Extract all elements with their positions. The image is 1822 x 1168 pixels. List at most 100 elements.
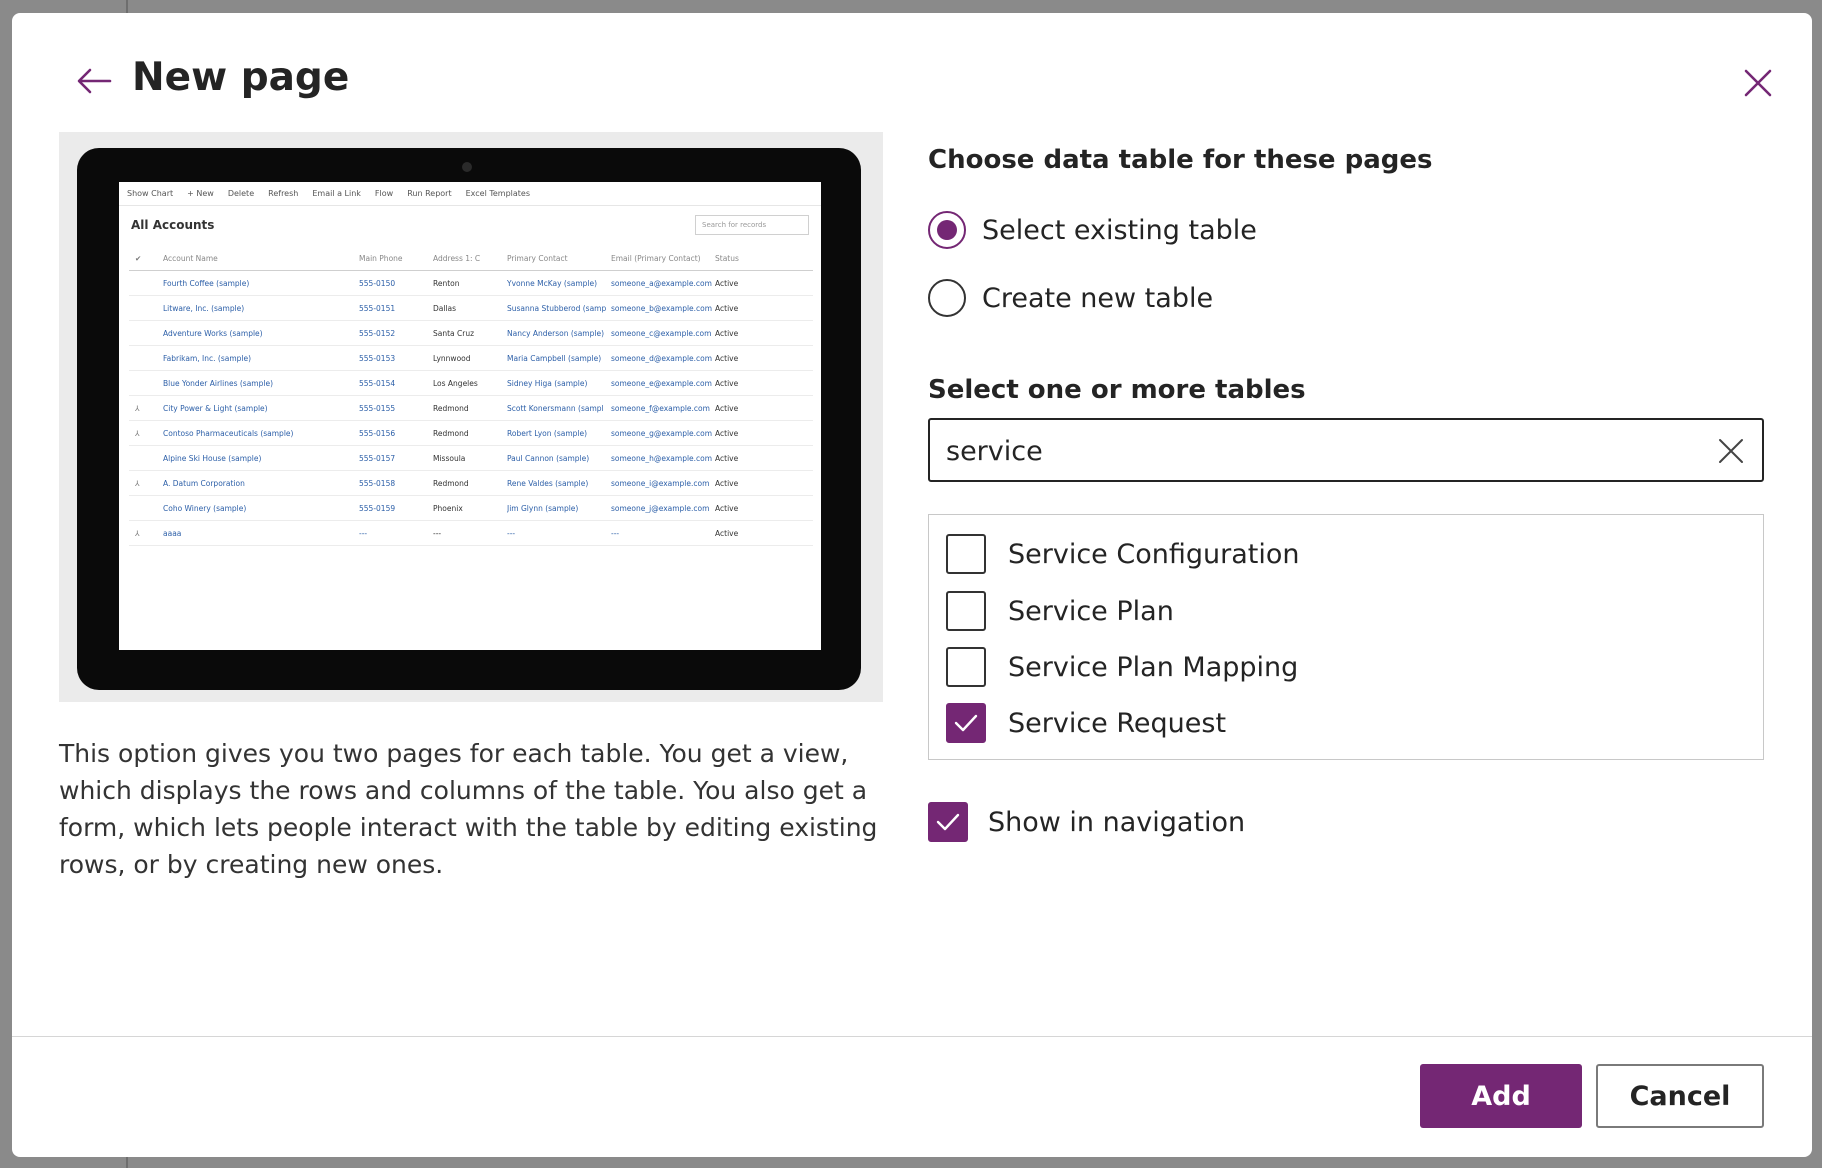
preview-table-cell: Paul Cannon (sample) bbox=[507, 453, 590, 463]
preview-table-cell: someone_i@example.com bbox=[611, 478, 710, 488]
radio-button[interactable] bbox=[928, 279, 966, 317]
checkbox[interactable] bbox=[946, 534, 986, 574]
show-in-navigation-label: Show in navigation bbox=[988, 806, 1246, 838]
list-item-service-configuration[interactable]: Service Configuration bbox=[946, 533, 1299, 575]
checkmark-icon bbox=[936, 813, 960, 831]
preview-table-cell: Los Angeles bbox=[433, 378, 478, 388]
radio-label: Select existing table bbox=[982, 214, 1257, 246]
preview-command: Email a Link bbox=[312, 189, 361, 198]
checkbox[interactable] bbox=[946, 591, 986, 631]
list-item-service-plan[interactable]: Service Plan bbox=[946, 590, 1174, 632]
arrow-left-icon bbox=[77, 68, 112, 94]
close-button[interactable] bbox=[1734, 59, 1782, 107]
preview-table-cell: Rene Valdes (sample) bbox=[507, 478, 589, 488]
preview-table: ✔ Account Name Main Phone Address 1: C P… bbox=[129, 246, 813, 546]
preview-table-cell: Active bbox=[715, 503, 739, 513]
radio-button-checked[interactable] bbox=[928, 211, 966, 249]
list-item-label: Service Plan bbox=[1008, 595, 1174, 627]
list-item-service-request[interactable]: Service Request bbox=[946, 702, 1226, 744]
preview-command: Delete bbox=[227, 189, 255, 198]
radio-create-new[interactable]: Create new table bbox=[928, 278, 1213, 318]
preview-table-cell: Alpine Ski House (sample) bbox=[163, 453, 262, 463]
preview-table-cell: Fabrikam, Inc. (sample) bbox=[163, 353, 252, 363]
preview-table-cell: Sidney Higa (sample) bbox=[507, 378, 588, 388]
checkbox[interactable] bbox=[946, 647, 986, 687]
preview-view-title: All Accounts bbox=[131, 218, 215, 232]
preview-table-cell: Jim Glynn (sample) bbox=[507, 503, 579, 513]
preview-table-row: ⅄ A. Datum Corporation 555-0158 Redmond Rene… bbox=[129, 471, 813, 496]
preview-table-cell: Active bbox=[715, 453, 739, 463]
show-in-navigation-toggle[interactable]: Show in navigation bbox=[928, 801, 1245, 843]
hierarchy-icon: ⅄ bbox=[135, 428, 140, 438]
description-text: This option gives you two pages for each… bbox=[59, 739, 878, 879]
preview-column-header: Status bbox=[715, 253, 739, 263]
preview-table-cell: Redmond bbox=[433, 478, 469, 488]
preview-column-header: Address 1: C bbox=[433, 253, 481, 263]
preview-table-cell: 555-0154 bbox=[359, 378, 396, 388]
preview-command: Show Chart bbox=[127, 189, 174, 198]
add-button[interactable]: Add bbox=[1420, 1064, 1582, 1128]
list-item-label: Service Plan Mapping bbox=[1008, 651, 1299, 683]
preview-column-header: Email (Primary Contact) bbox=[611, 253, 701, 263]
preview-table-cell: 555-0151 bbox=[359, 303, 396, 313]
preview-table-header: ✔ Account Name Main Phone Address 1: C P… bbox=[129, 246, 813, 271]
check-column-icon: ✔ bbox=[135, 253, 142, 263]
preview-table-cell: 555-0156 bbox=[359, 428, 396, 438]
preview-table-cell: Robert Lyon (sample) bbox=[507, 428, 588, 438]
preview-table-cell: Blue Yonder Airlines (sample) bbox=[163, 378, 273, 388]
preview-table-cell: Yvonne McKay (sample) bbox=[507, 278, 598, 288]
preview-table-cell: A. Datum Corporation bbox=[163, 478, 245, 488]
back-button[interactable] bbox=[68, 55, 120, 107]
preview-table-cell: someone_a@example.com bbox=[611, 278, 712, 288]
table-results-list: Service Configuration Service Plan Servi… bbox=[928, 514, 1764, 760]
preview-table-cell: Active bbox=[715, 378, 739, 388]
preview-command: Flow bbox=[374, 189, 394, 198]
preview-column-header: Main Phone bbox=[359, 253, 403, 263]
cancel-button[interactable]: Cancel bbox=[1596, 1064, 1764, 1128]
preview-table-cell: Susanna Stubberod (samp bbox=[507, 303, 607, 313]
hierarchy-icon: ⅄ bbox=[135, 528, 140, 538]
clear-search-button[interactable] bbox=[1714, 434, 1748, 468]
preview-table-cell: Missoula bbox=[433, 453, 466, 463]
preview-table-cell: Maria Campbell (sample) bbox=[507, 353, 602, 363]
preview-table-cell: Scott Konersmann (sampl bbox=[507, 403, 604, 413]
preview-table-cell: Lynnwood bbox=[433, 353, 471, 363]
preview-table-cell: Active bbox=[715, 428, 739, 438]
radio-select-existing[interactable]: Select existing table bbox=[928, 210, 1257, 250]
preview-table-cell: Coho Winery (sample) bbox=[163, 503, 247, 513]
preview-command: + New bbox=[187, 189, 214, 198]
camera-dot bbox=[462, 162, 472, 172]
list-item-label: Service Request bbox=[1008, 707, 1227, 739]
preview-table-cell: Santa Cruz bbox=[433, 328, 475, 338]
preview-table-cell: --- bbox=[507, 528, 516, 538]
preview-table-row: Adventure Works (sample) 555-0152 Santa Cr… bbox=[129, 321, 813, 346]
preview-column-header: Primary Contact bbox=[507, 253, 568, 263]
preview-table-row: Litware, Inc. (sample) 555-0151 Dallas Susa… bbox=[129, 296, 813, 321]
preview-table-row: ⅄ aaaa --- --- --- --- Active bbox=[129, 521, 813, 546]
preview-table-row: Fabrikam, Inc. (sample) 555-0153 Lynnwood M… bbox=[129, 346, 813, 371]
list-item-label: Service Configuration bbox=[1008, 538, 1300, 570]
preview-table-cell: Active bbox=[715, 478, 739, 488]
preview-table-cell: --- bbox=[359, 528, 368, 538]
preview-command: Run Report bbox=[407, 189, 452, 198]
list-item-service-plan-mapping[interactable]: Service Plan Mapping bbox=[946, 646, 1298, 688]
preview-table-cell: Dallas bbox=[433, 303, 457, 313]
preview-table-cell: 555-0158 bbox=[359, 478, 396, 488]
table-search-box bbox=[928, 418, 1764, 482]
dialog-title: New page bbox=[132, 55, 350, 100]
preview-table-cell: Litware, Inc. (sample) bbox=[163, 303, 245, 313]
preview-table-cell: Renton bbox=[433, 278, 460, 288]
hierarchy-icon: ⅄ bbox=[135, 403, 140, 413]
preview-table-cell: Active bbox=[715, 528, 739, 538]
preview-table-cell: 555-0152 bbox=[359, 328, 396, 338]
preview-table-cell: Nancy Anderson (sample) bbox=[507, 328, 605, 338]
hierarchy-icon: ⅄ bbox=[135, 478, 140, 488]
preview-table-cell: someone_j@example.com bbox=[611, 503, 710, 513]
tablet-frame: Show Chart + New Delete Refresh Email a … bbox=[77, 148, 861, 690]
checkbox-checked[interactable] bbox=[928, 802, 968, 842]
preview-table-cell: Active bbox=[715, 303, 739, 313]
preview-table-cell: Redmond bbox=[433, 403, 469, 413]
checkbox-checked[interactable] bbox=[946, 703, 986, 743]
table-search-input[interactable] bbox=[946, 432, 1676, 470]
preview-table-row: ⅄ City Power & Light (sample) 555-0155 Redm… bbox=[129, 396, 813, 421]
